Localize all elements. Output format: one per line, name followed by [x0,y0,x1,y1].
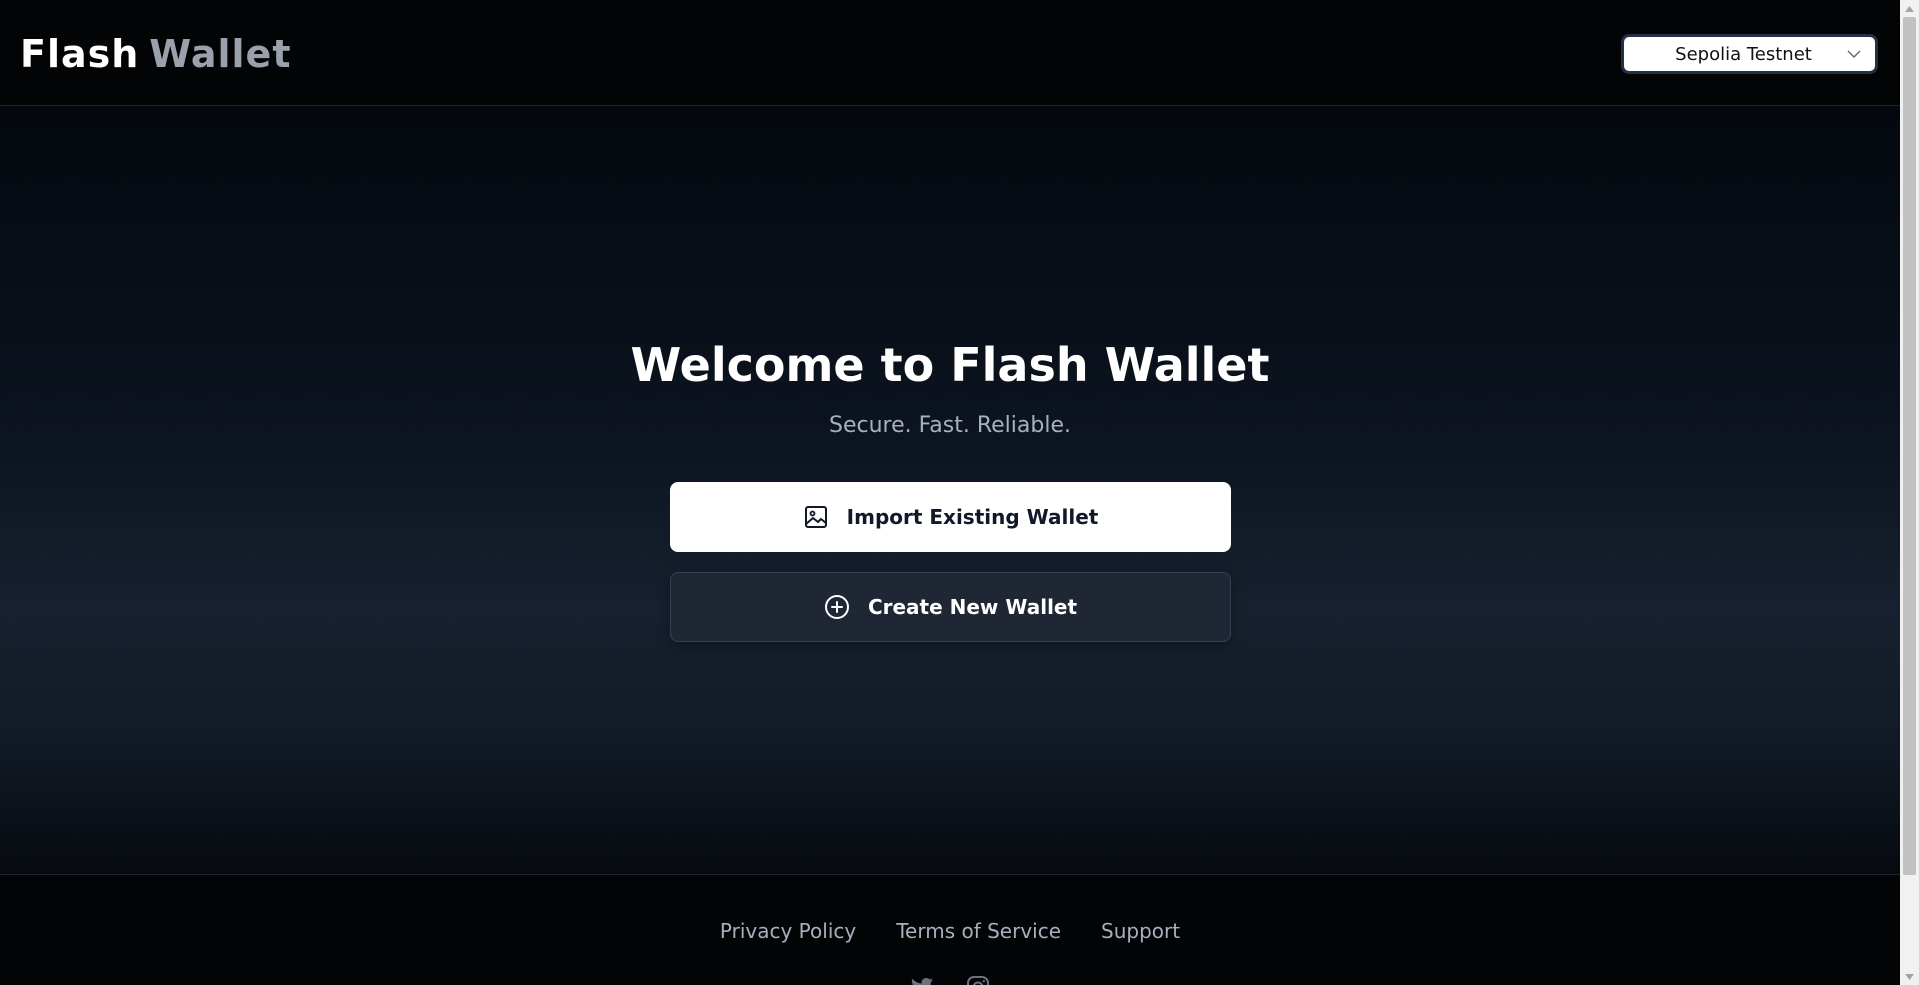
create-wallet-button[interactable]: Create New Wallet [670,572,1231,642]
chevron-down-icon [1843,43,1865,65]
page-subtitle: Secure. Fast. Reliable. [829,413,1071,438]
privacy-policy-link[interactable]: Privacy Policy [720,919,856,943]
brand-name-primary: Flash [20,32,140,76]
app-page: Flash Wallet Sepolia Testnet Welcome to F… [0,0,1900,985]
support-link[interactable]: Support [1101,919,1180,943]
create-wallet-label: Create New Wallet [867,595,1078,619]
footer-links: Privacy Policy Terms of Service Support [0,919,1900,943]
import-wallet-button[interactable]: Import Existing Wallet [670,482,1231,552]
scrollbar-thumb[interactable] [1903,17,1916,875]
instagram-icon[interactable] [964,973,992,985]
network-select-value: Sepolia Testnet [1675,43,1812,65]
vertical-scrollbar[interactable] [1900,0,1919,985]
import-wallet-label: Import Existing Wallet [846,505,1099,529]
image-icon [803,504,829,530]
page-title: Welcome to Flash Wallet [630,338,1270,392]
page-footer: Privacy Policy Terms of Service Support [0,874,1900,985]
top-header: Flash Wallet Sepolia Testnet [0,0,1900,106]
plus-circle-icon [824,594,850,620]
brand-name-secondary: Wallet [149,32,292,76]
twitter-icon[interactable] [908,973,936,985]
brand-logo[interactable]: Flash Wallet [20,30,292,78]
network-select[interactable]: Sepolia Testnet [1621,34,1878,74]
terms-of-service-link[interactable]: Terms of Service [896,919,1061,943]
scroll-down-arrow-icon[interactable] [1900,968,1919,985]
scroll-up-arrow-icon[interactable] [1900,0,1919,17]
social-links [0,973,1900,985]
